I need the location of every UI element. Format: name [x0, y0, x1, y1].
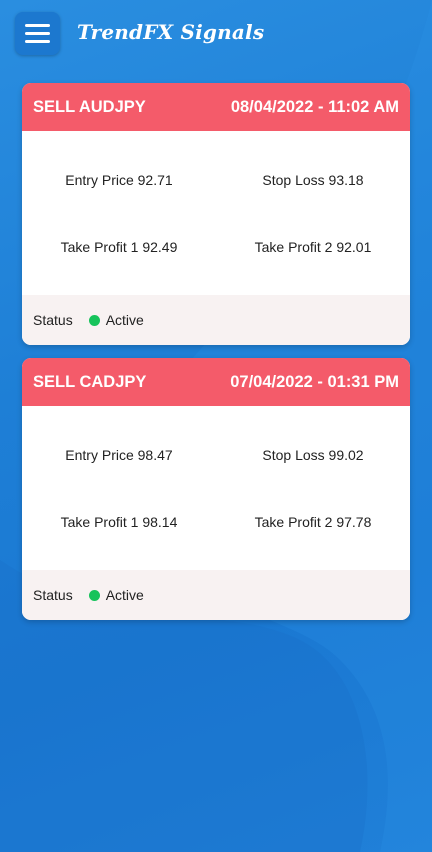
signal-card[interactable]: SELL CADJPY 07/04/2022 - 01:31 PM Entry …	[22, 358, 410, 620]
take-profit-1: Take Profit 1 98.14	[60, 514, 178, 530]
signal-pair: SELL AUDJPY	[33, 97, 146, 116]
hamburger-icon	[25, 24, 50, 27]
take-profit-2: Take Profit 2 97.78	[254, 514, 372, 530]
status-active-dot-icon	[88, 589, 100, 601]
status-label: Status	[33, 312, 73, 328]
status-value: Active	[105, 587, 144, 603]
signal-pair: SELL CADJPY	[33, 372, 147, 391]
signal-card-body: Entry Price 98.47 Stop Loss 99.02 Take P…	[22, 406, 410, 570]
take-profit-1: Take Profit 1 92.49	[60, 239, 178, 255]
entry-price: Entry Price 92.71	[65, 172, 173, 188]
status-active-dot-icon	[88, 314, 100, 326]
signal-card-footer: Status Active	[22, 570, 410, 620]
status-value: Active	[105, 312, 144, 328]
signal-datetime: 08/04/2022 - 11:02 AM	[230, 97, 399, 116]
entry-price: Entry Price 98.47	[65, 447, 173, 463]
signal-datetime: 07/04/2022 - 01:31 PM	[230, 372, 399, 391]
app-title: TrendFX Signals	[77, 20, 265, 44]
signal-card[interactable]: SELL AUDJPY 08/04/2022 - 11:02 AM Entry …	[22, 83, 410, 345]
signal-card-body: Entry Price 92.71 Stop Loss 93.18 Take P…	[22, 131, 410, 295]
hamburger-icon-bar	[25, 32, 50, 35]
menu-button[interactable]	[15, 12, 60, 55]
stop-loss: Stop Loss 99.02	[262, 447, 364, 463]
signal-card-footer: Status Active	[22, 295, 410, 345]
stop-loss: Stop Loss 93.18	[262, 172, 364, 188]
app-bar: TrendFX Signals	[0, 0, 432, 66]
take-profit-2: Take Profit 2 92.01	[254, 239, 372, 255]
signal-card-header: SELL AUDJPY 08/04/2022 - 11:02 AM	[22, 83, 410, 131]
status-label: Status	[33, 587, 73, 603]
hamburger-icon-bar	[25, 40, 50, 43]
signal-card-header: SELL CADJPY 07/04/2022 - 01:31 PM	[22, 358, 410, 406]
